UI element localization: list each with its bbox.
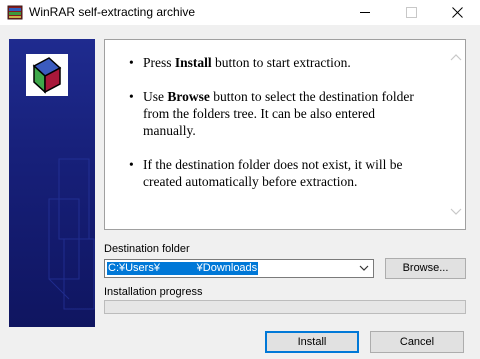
- instruction-item: • Use Browse button to select the destin…: [115, 88, 431, 139]
- maximize-button[interactable]: [388, 0, 434, 25]
- scroll-up-icon[interactable]: [450, 53, 462, 61]
- chevron-down-icon[interactable]: [359, 265, 369, 272]
- info-panel: • Press Install button to start extracti…: [104, 39, 466, 230]
- instruction-keyword: Install: [174, 55, 212, 70]
- close-button[interactable]: [434, 0, 480, 25]
- installation-progress-bar: [104, 300, 466, 314]
- instruction-text: Press: [143, 55, 175, 70]
- bullet-icon: •: [129, 89, 134, 104]
- title-bar[interactable]: WinRAR self-extracting archive: [0, 0, 480, 25]
- close-icon: [452, 7, 463, 18]
- instruction-item: • If the destination folder does not exi…: [115, 156, 431, 190]
- minimize-button[interactable]: [342, 0, 388, 25]
- sfx-window: WinRAR self-extracting archive • Press I…: [0, 0, 480, 359]
- window-title: WinRAR self-extracting archive: [29, 5, 196, 19]
- winrar-app-icon: [7, 5, 23, 20]
- instruction-item: • Press Install button to start extracti…: [115, 54, 431, 71]
- install-button[interactable]: Install: [265, 331, 359, 353]
- winrar-books-logo: [26, 54, 68, 96]
- minimize-icon: [360, 12, 370, 13]
- destination-folder-label: Destination folder: [104, 243, 190, 255]
- instruction-keyword: Browse: [167, 89, 210, 104]
- destination-folder-value[interactable]: C:¥Users¥ ¥Downloads: [107, 262, 259, 275]
- instruction-list: • Press Install button to start extracti…: [115, 54, 431, 207]
- bullet-icon: •: [129, 157, 134, 172]
- cancel-button[interactable]: Cancel: [370, 331, 464, 353]
- side-banner: [9, 39, 95, 327]
- browse-button[interactable]: Browse...: [385, 258, 466, 279]
- instruction-text: If the destination folder does not exist…: [143, 157, 403, 189]
- bullet-icon: •: [129, 55, 134, 70]
- installation-progress-label: Installation progress: [104, 286, 203, 298]
- instruction-text: button to start extraction.: [211, 55, 351, 70]
- destination-folder-combobox[interactable]: C:¥Users¥ ¥Downloads: [104, 259, 374, 278]
- instruction-text: Use: [143, 89, 168, 104]
- scroll-down-icon[interactable]: [450, 208, 462, 216]
- maximize-icon: [406, 7, 417, 18]
